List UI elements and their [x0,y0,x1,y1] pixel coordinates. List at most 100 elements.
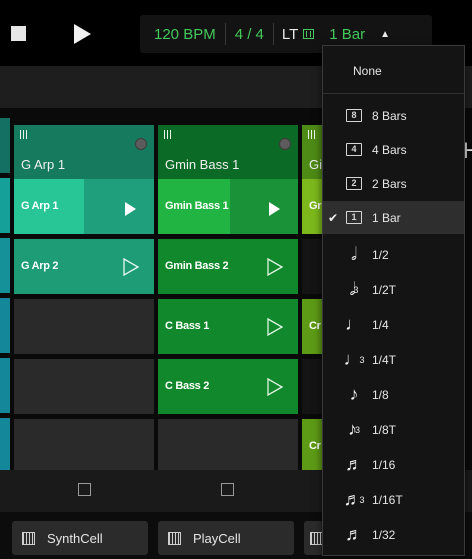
clip-name: G Arp 2 [21,260,59,272]
edge-cell[interactable] [0,298,10,353]
half-note-triplet-icon: 𝅗𝅥 3 [349,279,359,299]
clip-cell[interactable]: C Bass 2 [158,359,298,414]
track-title: Gmin Bass 1 [165,157,240,172]
empty-clip-slot[interactable] [14,419,154,474]
play-icon[interactable] [269,202,280,216]
bar-icon [303,29,315,39]
play-outline-icon[interactable] [266,257,284,277]
quantize-value[interactable]: 1 Bar [320,26,374,43]
track-title: G Arp 1 [21,157,66,172]
menu-item-1-bar[interactable]: ✔ 1 1 Bar [323,201,464,234]
piano-icon [168,531,181,545]
menu-item-8-bars[interactable]: 8 8 Bars [323,99,464,132]
menu-item-label: 1/8T [372,422,397,437]
thirty-second-note-icon: ♬ [345,524,363,544]
eighth-note-triplet-icon: ♪ 3 [347,419,360,439]
clip-name: C Bass 2 [165,380,210,392]
menu-item-1-4t[interactable]: ♩ 3 1/4T [323,343,464,376]
menu-item-none[interactable]: None [323,54,464,87]
menu-item-label: 1/16 [372,457,396,472]
device-label: PlayCell [193,530,241,546]
clip-name: C Bass 1 [165,320,210,332]
empty-clip-slot[interactable] [14,299,154,354]
quantize-dropdown-menu: None 8 8 Bars 4 4 Bars 2 2 Bars ✔ 1 1 Ba… [322,45,465,556]
instrument-icon [20,130,29,139]
quarter-note-triplet-icon: ♩ 3 [343,349,365,369]
4-bars-icon: 4 [339,143,369,156]
play-button[interactable] [74,24,91,44]
half-note-icon: 𝅗𝅥 [351,244,357,264]
stop-button[interactable] [11,26,26,41]
menu-item-label: None [353,63,382,78]
clip-name: Gmin Bass 2 [165,260,229,272]
menu-item-1-16[interactable]: ♬ 1/16 [323,448,464,481]
menu-item-1-8t[interactable]: ♪ 3 1/8T [323,413,464,446]
empty-clip-slot[interactable] [14,359,154,414]
play-outline-icon[interactable] [266,317,284,337]
empty-clip-slot[interactable] [158,419,298,474]
checkmark-icon: ✔ [328,210,339,225]
launch-quantize-label[interactable]: LT [274,26,320,43]
device-button-partial[interactable] [304,521,324,555]
record-arm-button[interactable] [279,138,291,150]
menu-item-2-bars[interactable]: 2 2 Bars [323,167,464,200]
instrument-icon [164,130,173,139]
launch-quantize-label-text: LT [281,25,299,43]
piano-icon [22,531,35,545]
menu-item-1-16t[interactable]: ♬ 3 1/16T [323,483,464,516]
clip-name: Cr [309,320,321,332]
8-bars-icon: 8 [339,109,369,122]
1-bar-icon: 1 [339,211,369,224]
play-icon[interactable] [125,202,136,216]
menu-item-1-32[interactable]: ♬ 1/32 [323,518,464,551]
menu-item-4-bars[interactable]: 4 4 Bars [323,133,464,166]
menu-item-label: 1/2 [372,247,389,262]
device-button-playcell[interactable]: PlayCell [158,521,294,555]
menu-item-1-8[interactable]: ♪ 1/8 [323,378,464,411]
menu-item-label: 1/32 [372,527,396,542]
edge-cell[interactable] [0,178,10,233]
clip-cell[interactable]: Gmin Bass 2 [158,239,298,294]
quarter-note-icon: ♩ [345,314,363,334]
menu-item-label: 8 Bars [372,108,407,123]
play-outline-icon[interactable] [122,257,140,277]
edge-header [0,118,10,173]
chevron-up-icon[interactable]: ▲ [374,29,390,40]
clip-name: G Arp 1 [21,200,59,212]
bpm-display[interactable]: 120 BPM [140,26,225,43]
stop-clips-button[interactable] [78,483,91,496]
menu-item-label: 1/4 [372,317,389,332]
eighth-note-icon: ♪ [349,384,359,404]
device-label: SynthCell [47,530,103,546]
edge-cell[interactable] [0,358,10,413]
2-bars-icon: 2 [339,177,369,190]
clip-cell[interactable]: G Arp 2 [14,239,154,294]
track-header-gmin-bass[interactable]: Gmin Bass 1 [158,125,298,180]
menu-item-label: 4 Bars [372,142,407,157]
menu-item-1-2t[interactable]: 𝅗𝅥 3 1/2T [323,273,464,306]
menu-item-label: 1/16T [372,492,403,507]
menu-item-label: 1/8 [372,387,389,402]
play-outline-icon[interactable] [266,377,284,397]
clip-cell[interactable]: C Bass 1 [158,299,298,354]
menu-item-1-4[interactable]: ♩ 1/4 [323,308,464,341]
edge-cell[interactable] [0,418,10,473]
menu-item-1-2[interactable]: 𝅗𝅥 1/2 [323,238,464,271]
menu-item-label: 1 Bar [372,210,401,225]
clip-name: Gmin Bass 1 [165,200,229,212]
clip-name: Gr [309,200,322,212]
track-header-g-arp[interactable]: G Arp 1 [14,125,154,180]
clip-cell[interactable]: Gmin Bass 1 [158,179,298,234]
menu-item-label: 1/4T [372,352,397,367]
clip-name: Cr [309,440,321,452]
track-title: Gi [309,157,322,172]
clip-cell[interactable]: G Arp 1 [14,179,154,234]
edge-cell[interactable] [0,238,10,293]
device-button-synthcell[interactable]: SynthCell [12,521,148,555]
instrument-icon [308,130,317,139]
time-signature-display[interactable]: 4 / 4 [226,26,273,43]
stop-clips-button[interactable] [221,483,234,496]
menu-item-label: 2 Bars [372,176,407,191]
record-arm-button[interactable] [135,138,147,150]
sixteenth-note-triplet-icon: ♬ 3 [343,489,365,509]
